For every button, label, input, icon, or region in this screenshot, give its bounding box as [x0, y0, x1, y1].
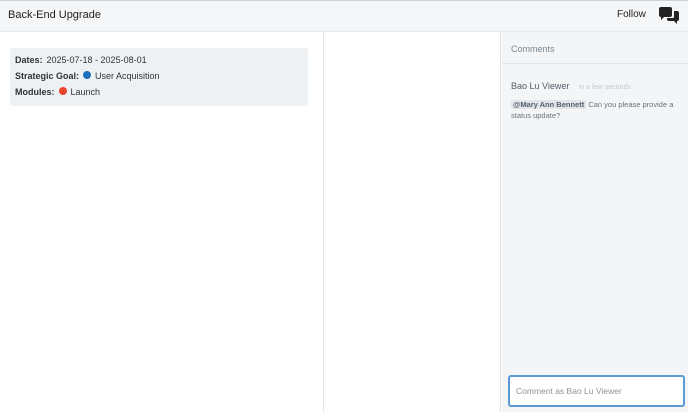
details-card: Dates: 2025-07-18 - 2025-08-01 Strategic… — [10, 48, 308, 106]
modules-row: Modules: Launch — [15, 87, 100, 97]
dates-row: Dates: 2025-07-18 - 2025-08-01 — [15, 55, 147, 65]
comments-pane: Comments Bao Lu Viewer in a few seconds … — [502, 32, 688, 412]
comment-time: in a few seconds — [578, 84, 631, 91]
strategic-goal-row: Strategic Goal: User Acquisition — [15, 71, 160, 81]
modules-value[interactable]: Launch — [71, 87, 101, 97]
comment-mention[interactable]: @Mary Ann Bennett — [511, 100, 587, 109]
comments-title: Comments — [511, 44, 555, 54]
comment-author[interactable]: Bao Lu Viewer — [511, 81, 569, 91]
module-color-dot — [58, 87, 67, 95]
comment-item: Bao Lu Viewer in a few seconds @Mary Ann… — [511, 76, 683, 121]
chat-bubbles-icon[interactable] — [658, 7, 680, 25]
strategic-goal-value[interactable]: User Acquisition — [95, 71, 160, 81]
comment-input[interactable] — [508, 375, 685, 407]
details-pane: Dates: 2025-07-18 - 2025-08-01 Strategic… — [0, 32, 324, 412]
dates-value: 2025-07-18 - 2025-08-01 — [46, 55, 147, 65]
comments-header: Comments — [502, 32, 688, 64]
middle-pane — [325, 32, 501, 412]
follow-button[interactable]: Follow — [617, 9, 646, 20]
top-bar: Back-End Upgrade Follow — [0, 0, 688, 32]
comment-body: @Mary Ann Bennett Can you please provide… — [511, 99, 683, 121]
modules-label: Modules: — [15, 87, 55, 97]
page-title: Back-End Upgrade — [8, 9, 101, 21]
strategic-goal-label: Strategic Goal: — [15, 71, 80, 81]
dates-label: Dates: — [15, 55, 43, 65]
goal-color-dot — [83, 71, 92, 79]
